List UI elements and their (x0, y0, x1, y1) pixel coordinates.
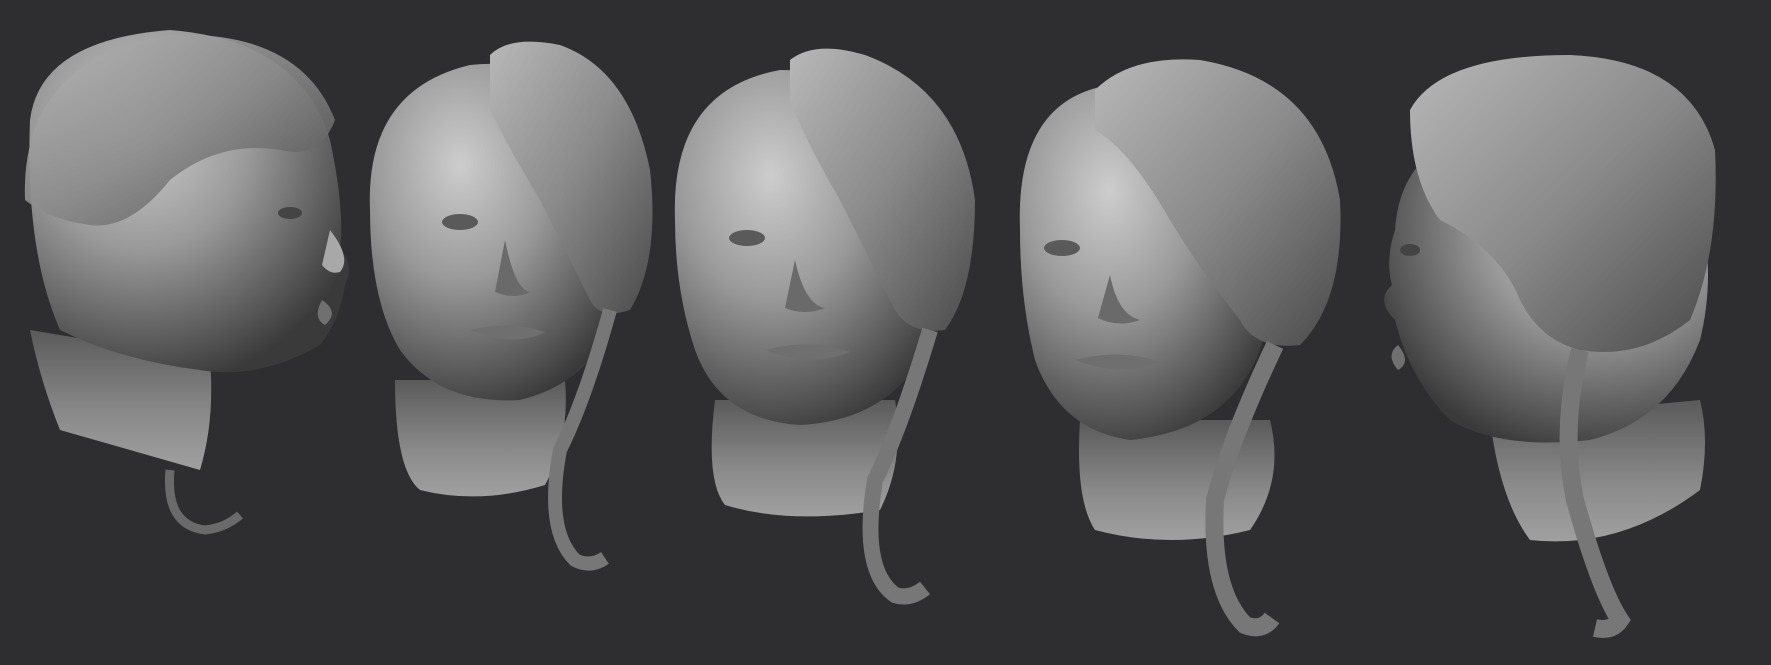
head-right-profile (24, 30, 349, 535)
sculpt-render-canvas (24, 30, 1716, 638)
neck (1079, 420, 1275, 540)
head-three-quarter-right (1019, 59, 1341, 637)
eye (729, 230, 765, 246)
lips (1391, 345, 1405, 370)
eye (1044, 240, 1080, 256)
head-left-profile (1384, 55, 1716, 638)
head-three-quarter-left (369, 41, 653, 571)
render-stage (0, 0, 1771, 665)
eye (278, 207, 302, 219)
eye (442, 214, 478, 230)
hair-tail (164, 469, 243, 535)
head-front (674, 48, 975, 605)
eye (1400, 244, 1420, 256)
